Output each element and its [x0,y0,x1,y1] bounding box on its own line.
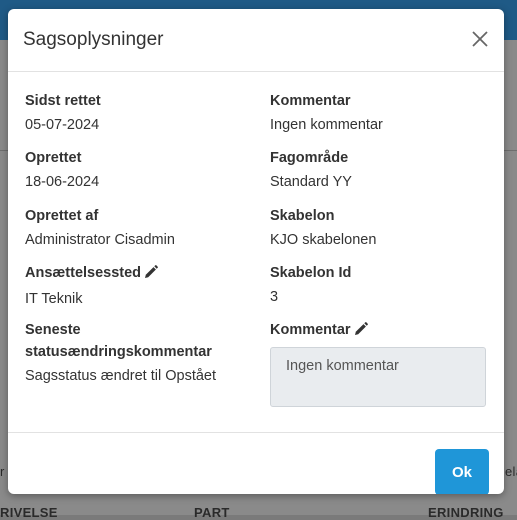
field-template-id: Skabelon Id 3 [270,262,490,308]
bg-text-left: r [0,464,5,479]
field-value: Standard YY [270,174,352,190]
field-label-row: Kommentar [270,319,490,343]
field-template: Skabelon KJO skabelonen [270,205,490,251]
field-value: IT Teknik [25,291,83,307]
dialog-body: Sidst rettet 05-07-2024 Oprettet 18-06-2… [8,72,504,432]
field-edit-comment: Kommentar Ingen kommentar [270,319,490,407]
bg-column-header: RIVELSE [0,505,58,520]
field-label: Skabelon Id [270,265,352,281]
field-label: Kommentar [270,322,351,338]
field-value: 3 [270,289,279,305]
field-last-modified: Sidst rettet 05-07-2024 [25,90,245,136]
field-label: Skabelon [270,208,335,224]
field-label-row: Ansættelsessted [25,262,245,286]
bg-divider [0,150,8,151]
field-value: Ingen kommentar [270,117,383,133]
field-value: Administrator Cisadmin [25,232,175,248]
dialog-title: Sagsoplysninger [23,29,164,50]
dialog-header: Sagsoplysninger [8,9,504,72]
bg-text-right: ela [505,464,517,479]
field-label: Oprettet [25,150,82,166]
close-icon [472,31,488,47]
comment-textarea[interactable]: Ingen kommentar [270,347,486,407]
ok-button[interactable]: Ok [435,449,489,494]
case-info-dialog: Sagsoplysninger Sidst rettet 05-07-2024 … [8,9,504,494]
field-subject-area: Fagområde Standard YY [270,147,490,193]
field-value: Sagsstatus ændret til Opstået [25,368,217,384]
dialog-footer: Ok [8,432,504,494]
field-label: Seneste statusændringskommentar [25,322,212,360]
field-value: 05-07-2024 [25,117,100,133]
field-value: KJO skabelonen [270,232,377,248]
field-label: Sidst rettet [25,93,101,109]
field-employment-location: Ansættelsessted IT Teknik [25,262,245,310]
field-status-comment: Seneste statusændringskommentar Sagsstat… [25,319,235,387]
field-label: Fagområde [270,150,349,166]
field-comment: Kommentar Ingen kommentar [270,90,490,136]
edit-pencil-icon[interactable] [354,321,368,343]
field-created: Oprettet 18-06-2024 [25,147,245,193]
field-label: Kommentar [270,93,351,109]
bg-column-header: ERINDRING [428,505,504,520]
bg-column-header: PART [194,505,230,520]
field-created-by: Oprettet af Administrator Cisadmin [25,205,245,251]
edit-pencil-icon[interactable] [144,264,158,286]
field-value: 18-06-2024 [25,174,100,190]
field-label: Ansættelsessted [25,265,142,281]
close-button[interactable] [470,29,490,49]
field-label: Oprettet af [25,208,99,224]
bg-divider [504,150,517,151]
